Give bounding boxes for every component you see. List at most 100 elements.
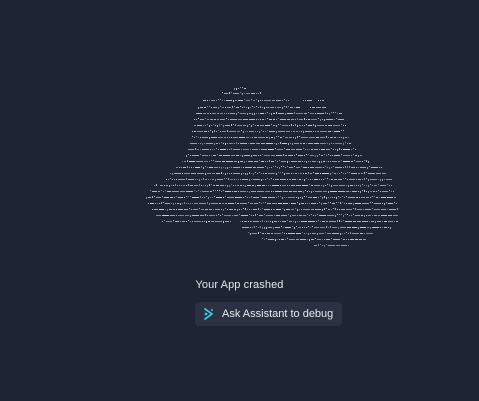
cloud-dot: [288, 214, 289, 215]
cloud-dot: [229, 209, 233, 210]
cloud-dot: [190, 221, 191, 222]
cloud-dot: [343, 239, 345, 240]
cloud-dot: [251, 196, 252, 198]
cloud-dot: [207, 215, 208, 216]
cloud-dot: [262, 220, 263, 222]
cloud-dot: [382, 173, 386, 174]
cloud-dot: [267, 118, 268, 119]
cloud-dot: [188, 154, 189, 155]
cloud-dot: [235, 202, 236, 204]
cloud-dot: [295, 208, 296, 209]
cloud-dot: [250, 137, 251, 138]
cloud-dot: [353, 148, 354, 149]
cloud-dot: [224, 93, 228, 94]
cloud-dot: [170, 197, 173, 198]
cloud-dot: [370, 227, 371, 229]
cloud-dot: [231, 124, 232, 126]
cloud-dot: [291, 161, 297, 162]
cloud-dot: [280, 172, 281, 173]
ask-assistant-debug-button[interactable]: Ask Assistant to debug: [195, 302, 342, 326]
cloud-dot: [203, 185, 204, 186]
cloud-dot: [219, 143, 220, 144]
cloud-dot: [244, 88, 246, 89]
cloud-dot: [251, 179, 252, 180]
cloud-dot: [330, 155, 331, 156]
cloud-dot: [306, 143, 307, 144]
cloud-dot: [204, 161, 208, 162]
cloud-dot: [337, 214, 338, 215]
cloud-dot: [261, 161, 264, 162]
cloud-dot: [190, 185, 193, 186]
cloud-dot: [186, 196, 187, 197]
cloud-dot: [394, 221, 395, 222]
cloud-dot: [174, 197, 175, 198]
cloud-dot: [297, 215, 298, 216]
cloud-dot: [304, 161, 305, 162]
cloud-dot: [249, 119, 255, 120]
cloud-dot: [302, 179, 303, 180]
cloud-dot: [284, 197, 285, 198]
cloud-dot: [338, 119, 344, 120]
cloud-dot: [273, 125, 275, 126]
cloud-dot: [381, 197, 386, 198]
cloud-dot: [328, 137, 329, 138]
cloud-dot: [295, 173, 297, 174]
cloud-dot: [297, 179, 298, 180]
cloud-dot: [308, 172, 309, 174]
cloud-dot: [221, 209, 222, 210]
cloud-dot: [280, 137, 282, 138]
cloud-dot: [266, 107, 269, 108]
cloud-dot: [233, 185, 234, 186]
cloud-dot: [236, 179, 237, 180]
cloud-dot: [322, 245, 323, 246]
cloud-dot: [202, 197, 203, 198]
cloud-dot: [223, 155, 230, 156]
cloud-dot: [334, 197, 335, 198]
cloud-dot: [296, 107, 300, 108]
cloud-dot: [259, 172, 260, 173]
cloud-dot: [287, 220, 288, 221]
cloud-dot: [231, 148, 232, 150]
cloud-dot: [179, 167, 180, 168]
cloud-dot: [286, 131, 290, 132]
cloud-dot: [364, 160, 365, 161]
cloud-dot: [204, 197, 205, 198]
cloud-dot: [291, 119, 294, 120]
cloud-dot: [343, 215, 344, 217]
cloud-dot: [243, 131, 244, 133]
cloud-dot: [272, 185, 279, 186]
cloud-dot: [240, 185, 242, 186]
cloud-dot: [366, 215, 367, 216]
cloud-dot: [316, 221, 317, 222]
cloud-dot: [318, 118, 319, 119]
cloud-dot: [247, 191, 248, 192]
cloud-dot: [242, 107, 243, 108]
cloud-dot: [290, 143, 291, 144]
cloud-dot: [329, 179, 330, 180]
cloud-dot: [267, 167, 268, 169]
cloud-dot: [223, 125, 224, 127]
cloud-dot: [318, 244, 319, 246]
cloud-dot: [217, 190, 218, 191]
cloud-dot: [296, 239, 299, 240]
cloud-dot: [394, 202, 395, 203]
cloud-dot: [341, 238, 342, 239]
cloud-dot: [273, 113, 275, 114]
cloud-dot: [254, 161, 258, 162]
cloud-dot: [324, 239, 325, 240]
cloud-dot: [216, 197, 222, 198]
cloud-dot: [176, 209, 177, 210]
cloud-dot: [326, 208, 327, 209]
cloud-dot: [267, 112, 268, 113]
cloud-dot: [314, 143, 319, 144]
cloud-dot: [350, 191, 351, 192]
cloud-dot: [271, 113, 272, 115]
cloud-dot: [283, 154, 284, 156]
cloud-dot: [308, 143, 313, 144]
cloud-dot: [308, 119, 310, 120]
cloud-dot: [221, 142, 222, 143]
cloud-dot: [346, 203, 347, 204]
cloud-dot: [207, 173, 211, 174]
cloud-dot: [367, 227, 369, 228]
cloud-dot: [212, 113, 216, 114]
